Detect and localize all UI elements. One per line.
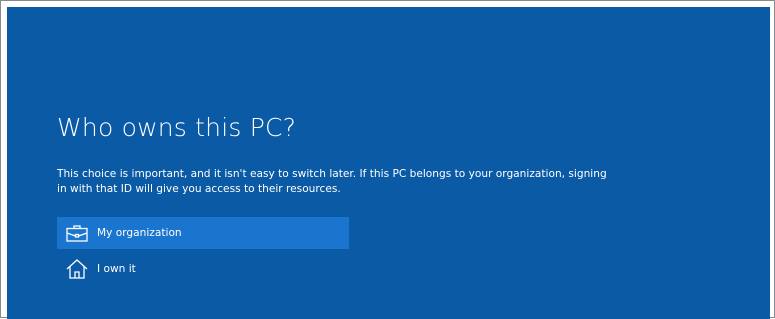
window-frame: Who owns this PC? This choice is importa… xyxy=(0,0,775,319)
option-i-own-it[interactable]: I own it xyxy=(57,253,349,285)
option-my-organization[interactable]: My organization xyxy=(57,217,349,249)
page-description: This choice is important, and it isn't e… xyxy=(57,168,607,195)
oobe-screen: Who owns this PC? This choice is importa… xyxy=(7,7,770,319)
briefcase-icon xyxy=(57,217,97,249)
page-title: Who owns this PC? xyxy=(57,113,297,142)
option-label: I own it xyxy=(97,263,136,275)
option-label: My organization xyxy=(97,227,182,239)
home-icon xyxy=(57,253,97,285)
